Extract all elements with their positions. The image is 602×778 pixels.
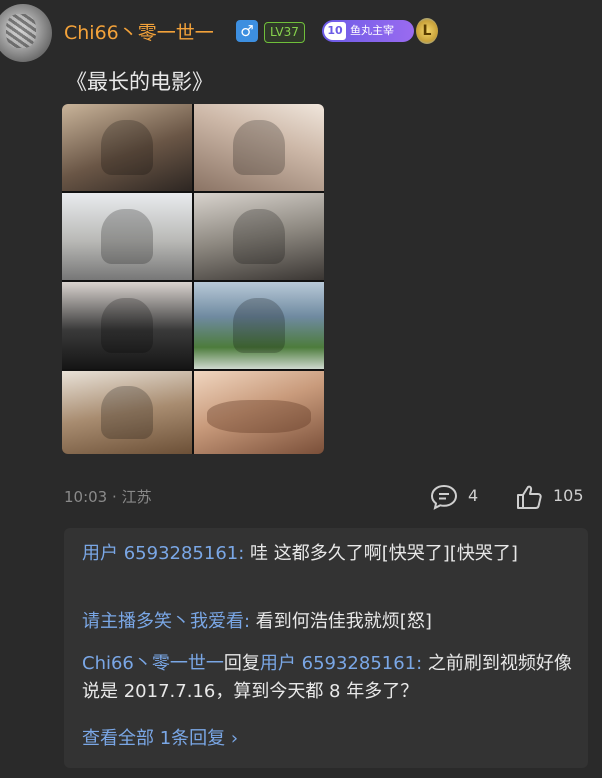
like-count: 105 [553, 486, 584, 505]
post-meta: 10:03 · 江苏 [64, 486, 152, 507]
photo-5[interactable] [62, 282, 192, 369]
meta-separator: · [112, 488, 122, 506]
photo-7[interactable] [62, 371, 192, 454]
male-icon: ♂ [236, 20, 258, 42]
photo-3[interactable] [62, 193, 192, 280]
photo-2[interactable] [194, 104, 324, 191]
rank-crest-icon: L [416, 18, 438, 44]
reply-user[interactable]: Chi66丶零一世一 [82, 653, 224, 674]
reply-user[interactable]: 用户 6593285161: [82, 543, 244, 564]
reply-text: 看到何浩佳我就烦[怒] [250, 611, 432, 632]
reply-section: 用户 6593285161: 哇 这都多久了啊[快哭了][快哭了] 请主播多笑丶… [64, 528, 588, 768]
reply-text: 哇 这都多久了啊[快哭了][快哭了] [244, 543, 518, 564]
fan-badge-level: 10 [324, 22, 346, 40]
fan-badge-name: 鱼丸主宰 [350, 24, 394, 37]
level-badge: LV37 [264, 22, 305, 43]
thumbs-up-icon [517, 485, 542, 509]
post-card: Chi66丶零一世一 ♂ LV37 10 鱼丸主宰 L 《最长的电影》 10:0… [0, 0, 602, 778]
photo-8[interactable] [194, 371, 324, 454]
view-all-replies-link[interactable]: 查看全部 1条回复 › [82, 724, 238, 750]
avatar[interactable] [0, 4, 52, 62]
photo-6[interactable] [194, 282, 324, 369]
reply-item: 请主播多笑丶我爱看: 看到何浩佳我就烦[怒] [82, 608, 572, 636]
comment-icon [430, 484, 458, 510]
reply-verb: 回复 [223, 653, 260, 674]
image-grid [62, 104, 324, 454]
post-title: 《最长的电影》 [66, 70, 213, 94]
reply-target-user[interactable]: 用户 6593285161: [260, 653, 422, 674]
photo-1[interactable] [62, 104, 192, 191]
comment-count: 4 [468, 486, 479, 505]
reply-item: Chi66丶零一世一回复用户 6593285161: 之前刷到视频好像说是 20… [82, 650, 572, 706]
photo-4[interactable] [194, 193, 324, 280]
reply-user[interactable]: 请主播多笑丶我爱看: [82, 611, 250, 632]
username[interactable]: Chi66丶零一世一 [64, 18, 214, 45]
reply-item: 用户 6593285161: 哇 这都多久了啊[快哭了][快哭了] [82, 540, 572, 568]
post-location: 江苏 [121, 488, 152, 506]
post-time: 10:03 [64, 488, 108, 506]
post-header: Chi66丶零一世一 ♂ LV37 10 鱼丸主宰 L [0, 0, 602, 70]
fan-badge: 10 鱼丸主宰 [322, 20, 414, 42]
